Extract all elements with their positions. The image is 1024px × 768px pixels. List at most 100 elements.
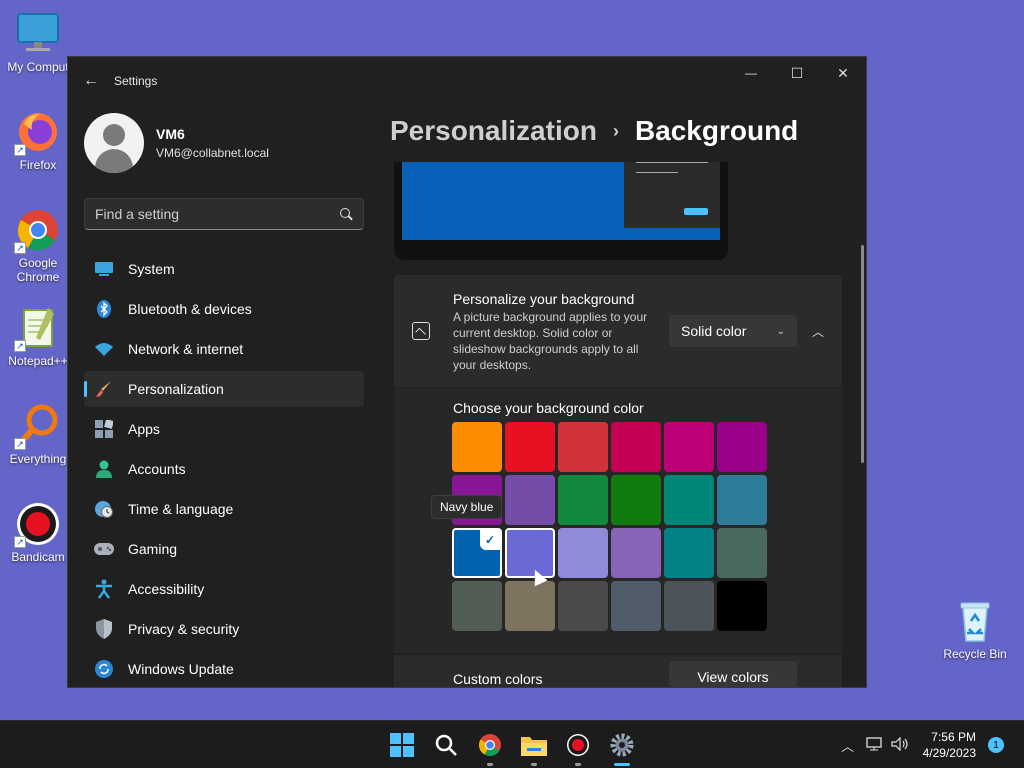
color-swatch[interactable] xyxy=(611,581,661,631)
clock[interactable]: 7:56 PM 4/29/2023 xyxy=(923,729,976,761)
breadcrumb: Personalization › Background xyxy=(390,115,798,147)
volume-icon[interactable] xyxy=(887,736,913,754)
color-swatch[interactable] xyxy=(717,528,767,578)
sidebar-item-label: Apps xyxy=(128,421,160,437)
sidebar-item-label: Gaming xyxy=(128,541,178,557)
color-swatch[interactable] xyxy=(452,581,502,631)
shortcut-arrow-icon: ↗ xyxy=(14,438,26,450)
color-swatch[interactable] xyxy=(558,528,608,578)
color-swatch[interactable]: ✓ xyxy=(452,528,502,578)
preview-button xyxy=(684,208,708,215)
color-swatch[interactable] xyxy=(717,422,767,472)
background-type-dropdown[interactable]: Solid color ⌄ xyxy=(669,315,797,347)
color-swatch[interactable] xyxy=(505,475,555,525)
sidebar-item-accessibility[interactable]: Accessibility xyxy=(84,571,364,607)
desktop-icon-label: Recycle Bin xyxy=(943,647,1007,661)
color-swatch[interactable] xyxy=(505,581,555,631)
color-swatch[interactable] xyxy=(558,475,608,525)
desktop-icon-bandicam[interactable]: ↗ Bandicam xyxy=(0,500,76,564)
settings-window: ← Settings — ☐ ✕ VM6 VM6@collabnet.local xyxy=(67,56,867,688)
desktop-icon-chrome[interactable]: ↗ Google Chrome xyxy=(0,206,76,284)
desktop-icon-firefox[interactable]: ↗ Firefox xyxy=(0,108,76,172)
settings-icon xyxy=(610,733,634,757)
taskbar-search-button[interactable] xyxy=(424,721,468,768)
breadcrumb-separator: › xyxy=(612,120,619,141)
taskbar-bandicam[interactable] xyxy=(556,721,600,768)
search-box[interactable] xyxy=(84,198,364,230)
taskbar-settings[interactable] xyxy=(600,721,644,768)
sidebar-item-time-language[interactable]: Time & language xyxy=(84,491,364,527)
search-input[interactable] xyxy=(95,206,339,222)
sidebar-item-system[interactable]: System xyxy=(84,251,364,287)
color-swatch[interactable] xyxy=(664,581,714,631)
computer-icon xyxy=(14,10,62,58)
accessibility-icon xyxy=(94,579,114,599)
sidebar-item-bluetooth[interactable]: Bluetooth & devices xyxy=(84,291,364,327)
user-profile[interactable]: VM6 VM6@collabnet.local xyxy=(84,113,269,173)
shortcut-arrow-icon: ↗ xyxy=(14,536,26,548)
minimize-button[interactable]: — xyxy=(728,57,774,89)
sidebar-item-label: Accessibility xyxy=(128,581,205,597)
sidebar-item-network[interactable]: Network & internet xyxy=(84,331,364,367)
desktop-icon-my-computer[interactable]: My Comput xyxy=(0,10,76,74)
avatar-body xyxy=(95,149,133,173)
color-swatch[interactable] xyxy=(664,422,714,472)
taskbar-chrome[interactable] xyxy=(468,721,512,768)
show-hidden-icons-button[interactable]: ︿ xyxy=(835,736,861,755)
custom-colors-label: Custom colors xyxy=(453,671,543,687)
close-button[interactable]: ✕ xyxy=(820,57,866,89)
chevron-down-icon: ⌄ xyxy=(776,325,785,337)
avatar xyxy=(84,113,144,173)
chrome-icon xyxy=(479,734,501,756)
color-swatch[interactable] xyxy=(717,475,767,525)
scrollbar[interactable] xyxy=(861,245,864,463)
color-swatch[interactable] xyxy=(505,422,555,472)
desktop-icon-label: Notepad++ xyxy=(8,354,68,368)
checkmark-icon: ✓ xyxy=(480,530,500,550)
collapse-button[interactable]: ︿ xyxy=(802,315,834,347)
color-swatch[interactable] xyxy=(611,475,661,525)
desktop-icon-label: Google Chrome xyxy=(16,256,60,284)
sidebar-item-privacy[interactable]: Privacy & security xyxy=(84,611,364,647)
sidebar-item-accounts[interactable]: Accounts xyxy=(84,451,364,487)
title-bar[interactable]: ← Settings — ☐ ✕ xyxy=(68,57,866,105)
taskbar-file-explorer[interactable] xyxy=(512,721,556,768)
bandicam-icon: ↗ xyxy=(14,500,62,548)
color-swatch[interactable] xyxy=(664,475,714,525)
color-swatch[interactable] xyxy=(558,422,608,472)
wifi-icon xyxy=(94,339,114,359)
background-preview xyxy=(394,162,728,260)
sidebar-item-personalization[interactable]: Personalization xyxy=(84,371,364,407)
color-swatch[interactable] xyxy=(452,422,502,472)
view-colors-button[interactable]: View colors xyxy=(669,661,797,687)
sidebar-item-gaming[interactable]: Gaming xyxy=(84,531,364,567)
color-section-title: Choose your background color xyxy=(453,400,644,416)
shortcut-arrow-icon: ↗ xyxy=(14,340,26,352)
desktop-icon-everything[interactable]: ↗ Everything xyxy=(0,402,76,466)
search-icon[interactable] xyxy=(339,207,353,221)
shortcut-arrow-icon: ↗ xyxy=(14,144,26,156)
sidebar-item-apps[interactable]: Apps xyxy=(84,411,364,447)
notification-badge[interactable]: 1 xyxy=(988,737,1004,753)
desktop-icon-recycle-bin[interactable]: Recycle Bin xyxy=(937,597,1013,661)
color-swatch[interactable] xyxy=(611,528,661,578)
start-button[interactable] xyxy=(380,721,424,768)
back-button[interactable]: ← xyxy=(68,57,114,105)
color-swatch[interactable] xyxy=(558,581,608,631)
recycle-bin-icon xyxy=(951,597,999,645)
close-icon: ✕ xyxy=(837,64,849,81)
system-icon xyxy=(94,259,114,279)
desktop-icon-notepadpp[interactable]: ↗ Notepad++ xyxy=(0,304,76,368)
breadcrumb-parent[interactable]: Personalization xyxy=(390,115,597,147)
bandicam-icon xyxy=(567,734,589,756)
color-swatch[interactable] xyxy=(717,581,767,631)
sidebar-item-windows-update[interactable]: Windows Update xyxy=(84,651,364,687)
maximize-button[interactable]: ☐ xyxy=(774,57,820,89)
bluetooth-icon xyxy=(94,299,114,319)
card-title: Personalize your background xyxy=(453,291,635,307)
color-swatch[interactable] xyxy=(664,528,714,578)
sidebar-item-label: Windows Update xyxy=(128,661,234,677)
personalize-background-card: Personalize your background A picture ba… xyxy=(394,275,842,387)
color-swatch[interactable] xyxy=(611,422,661,472)
network-icon[interactable] xyxy=(861,736,887,754)
